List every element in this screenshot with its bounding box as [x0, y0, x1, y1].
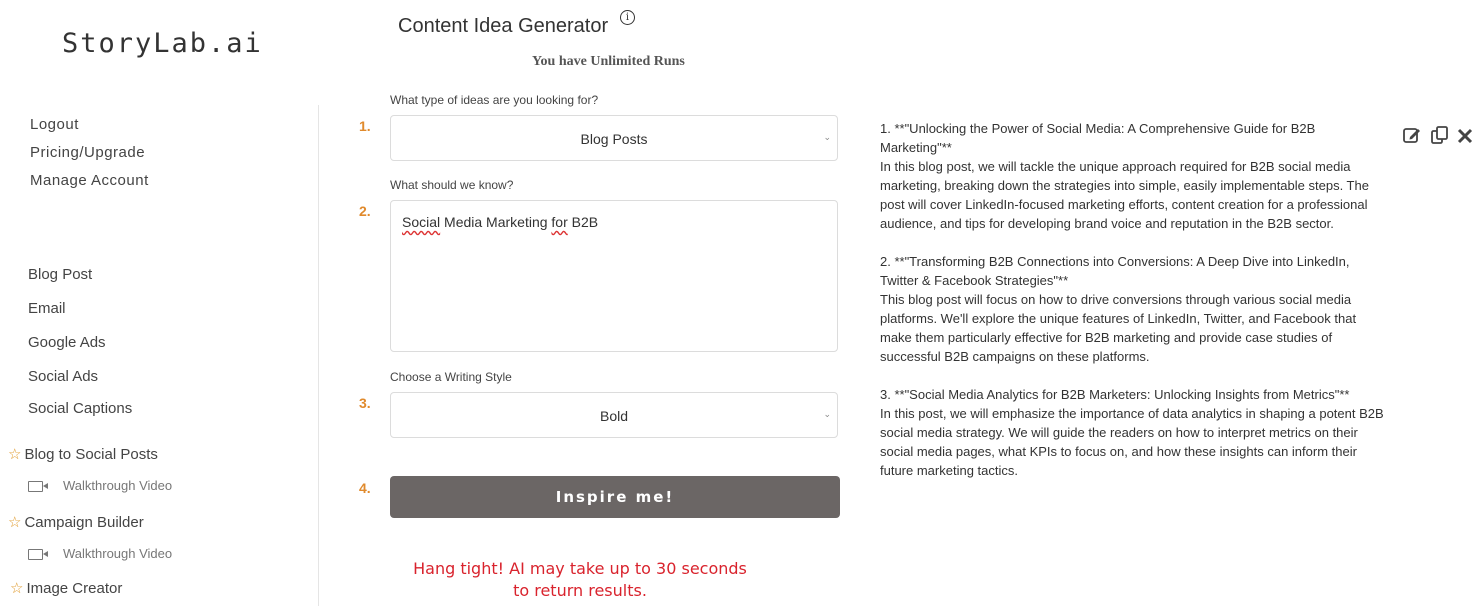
video-camera-icon [28, 481, 48, 493]
results-panel: 1. **"Unlocking the Power of Social Medi… [880, 119, 1390, 499]
sidebar-item-google-ads[interactable]: Google Ads [28, 334, 106, 351]
context-label: What should we know? [390, 178, 514, 192]
star-icon: ☆ [10, 580, 24, 597]
walkthrough-video-link-2[interactable]: Walkthrough Video [28, 546, 172, 561]
step-number-1: 1. [359, 118, 371, 134]
pricing-upgrade-link[interactable]: Pricing/Upgrade [30, 144, 145, 161]
wait-notice-line-1: Hang tight! AI may take up to 30 seconds [413, 559, 747, 578]
star-icon: ☆ [8, 514, 22, 531]
result-item: 3. **"Social Media Analytics for B2B Mar… [880, 385, 1390, 480]
star-icon: ☆ [8, 446, 22, 463]
idea-type-label: What type of ideas are you looking for? [390, 93, 599, 107]
result-body: In this blog post, we will tackle the un… [880, 159, 1369, 231]
close-icon[interactable] [1457, 125, 1473, 150]
result-heading: 3. **"Social Media Analytics for B2B Mar… [880, 387, 1350, 402]
sidebar-divider [318, 105, 319, 606]
walkthrough-label: Walkthrough Video [63, 478, 173, 493]
brand-logo[interactable]: StoryLab.ai [62, 28, 263, 59]
sidebar-item-label: Image Creator [26, 580, 123, 597]
writing-style-select[interactable]: Bold ⌄ [390, 392, 838, 438]
sidebar-item-email[interactable]: Email [28, 300, 66, 317]
context-value: Social Media Marketing for B2B [402, 214, 599, 230]
idea-type-value: Blog Posts [580, 131, 648, 147]
sidebar-item-campaign-builder[interactable]: ☆ Campaign Builder [8, 513, 144, 531]
idea-type-select[interactable]: Blog Posts ⌄ [390, 115, 838, 161]
runs-remaining: You have Unlimited Runs [532, 54, 685, 69]
writing-style-value: Bold [599, 408, 629, 424]
sidebar-item-social-captions[interactable]: Social Captions [28, 400, 132, 417]
step-number-2: 2. [359, 203, 371, 219]
walkthrough-video-link-1[interactable]: Walkthrough Video [28, 478, 172, 493]
result-heading: 2. **"Transforming B2B Connections into … [880, 254, 1350, 288]
sidebar-item-label: Blog to Social Posts [24, 446, 158, 463]
inspire-me-button[interactable]: Inspire me! [390, 476, 840, 518]
result-item: 2. **"Transforming B2B Connections into … [880, 252, 1390, 366]
edit-icon[interactable] [1402, 125, 1422, 150]
video-camera-icon [28, 549, 48, 561]
wait-notice-line-2: to return results. [513, 581, 647, 600]
logout-link[interactable]: Logout [30, 116, 79, 133]
walkthrough-label: Walkthrough Video [63, 546, 173, 561]
sidebar-item-blog-post[interactable]: Blog Post [28, 266, 92, 283]
sidebar-item-label: Campaign Builder [24, 514, 144, 531]
wait-notice: Hang tight! AI may take up to 30 seconds… [410, 558, 750, 602]
info-icon[interactable]: i [620, 10, 635, 25]
page-title: Content Idea Generator [398, 15, 609, 37]
chevron-down-icon: ⌄ [823, 132, 831, 142]
sidebar-item-blog-to-social[interactable]: ☆ Blog to Social Posts [8, 445, 158, 463]
context-textarea[interactable]: Social Media Marketing for B2B [390, 200, 838, 352]
writing-style-label: Choose a Writing Style [390, 370, 512, 384]
result-body: In this post, we will emphasize the impo… [880, 406, 1384, 478]
chevron-down-icon: ⌄ [823, 409, 831, 419]
manage-account-link[interactable]: Manage Account [30, 172, 149, 189]
copy-icon[interactable] [1430, 125, 1450, 150]
step-number-4: 4. [359, 480, 371, 496]
result-heading: 1. **"Unlocking the Power of Social Medi… [880, 121, 1316, 155]
step-number-3: 3. [359, 395, 371, 411]
result-item: 1. **"Unlocking the Power of Social Medi… [880, 119, 1390, 233]
sidebar-item-social-ads[interactable]: Social Ads [28, 368, 98, 385]
sidebar-item-image-creator[interactable]: ☆ Image Creator [10, 579, 122, 597]
result-body: This blog post will focus on how to driv… [880, 292, 1357, 364]
